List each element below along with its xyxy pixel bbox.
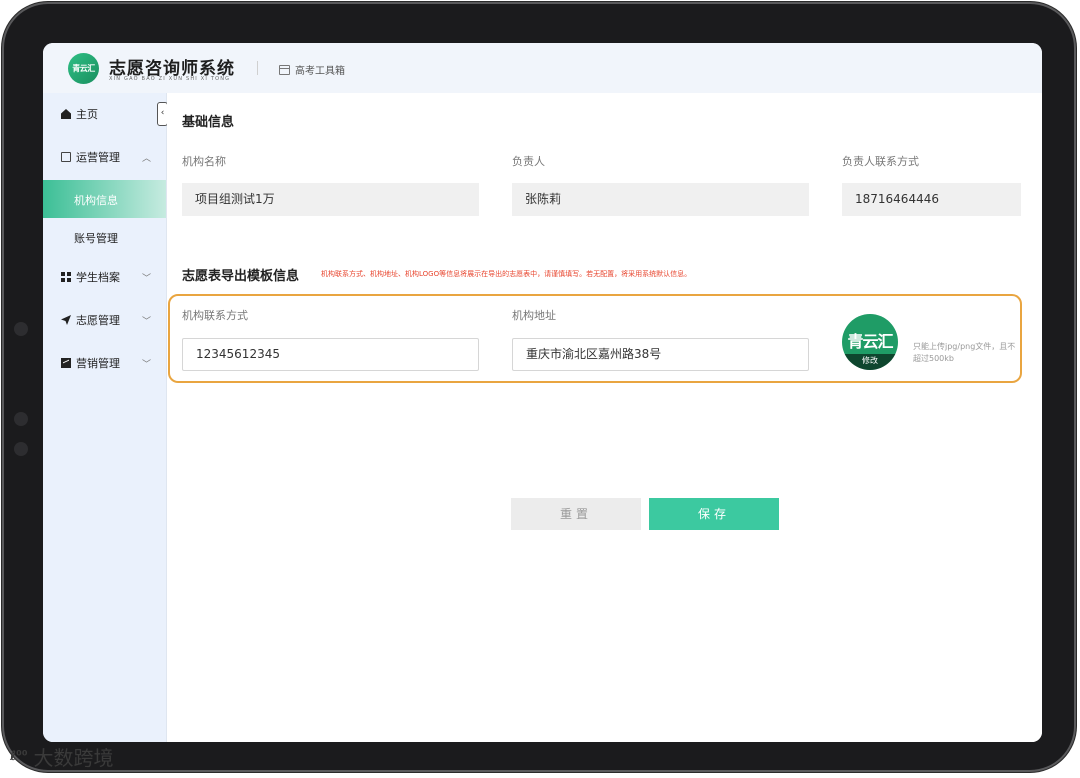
main-content: 基础信息 机构名称 项目组测试1万 负责人 张陈莉 负责人联系方式 187164… <box>167 93 1042 742</box>
org-contact-label: 机构联系方式 <box>182 309 248 322</box>
sidebar-subitem-label: 机构信息 <box>74 194 118 207</box>
tablet-frame: 青云汇 志愿咨询师系统 XIN GAO BAO ZI XUN SHI XI TO… <box>2 2 1076 772</box>
bag-icon <box>61 152 71 162</box>
watermark-text: 大数跨境 <box>33 746 114 770</box>
app-subtitle: XIN GAO BAO ZI XUN SHI XI TONG <box>109 76 231 82</box>
sidebar-item-label: 主页 <box>76 108 98 121</box>
grid-icon <box>61 272 71 282</box>
sidebar-item-label: 运营管理 <box>76 151 120 164</box>
sidebar-item-marketing[interactable]: 营销管理 ﹀ <box>43 344 166 382</box>
top-header: 青云汇 志愿咨询师系统 XIN GAO BAO ZI XUN SHI XI TO… <box>43 43 1042 93</box>
sensor-dot <box>14 412 28 426</box>
reset-button[interactable]: 重置 <box>511 498 641 530</box>
sidebar-item-label: 学生档案 <box>76 271 120 284</box>
toolbox-label: 高考工具箱 <box>295 66 345 77</box>
header-divider <box>257 61 258 75</box>
export-template-title: 志愿表导出模板信息 <box>182 269 300 284</box>
org-address-input[interactable]: 重庆市渝北区嘉州路38号 <box>512 338 809 371</box>
chevron-up-icon: ︿ <box>142 153 152 164</box>
chart-icon <box>61 358 71 368</box>
home-icon <box>61 109 71 119</box>
watermark: ℓ⁰⁰ 大数跨境 <box>10 742 114 771</box>
sidebar-item-home[interactable]: 主页 <box>43 95 166 133</box>
sensor-dot <box>14 442 28 456</box>
org-logo-image: 青云汇 <box>847 332 893 351</box>
chevron-down-icon: ﹀ <box>142 273 152 284</box>
sidebar-subitem-org-info[interactable]: 机构信息 <box>43 180 166 218</box>
sidebar-subitem-label: 账号管理 <box>74 232 118 245</box>
owner-label: 负责人 <box>512 155 545 168</box>
gaokao-toolbox-link[interactable]: 高考工具箱 <box>279 62 345 77</box>
sidebar-item-label: 志愿管理 <box>76 314 120 327</box>
save-button[interactable]: 保存 <box>649 498 779 530</box>
org-name-field: 项目组测试1万 <box>182 183 479 216</box>
owner-contact-field: 18716464446 <box>842 183 1021 216</box>
brand-logo: 青云汇 <box>68 53 99 84</box>
send-icon <box>61 315 71 325</box>
chevron-down-icon: ﹀ <box>142 316 152 327</box>
sidebar-item-label: 营销管理 <box>76 357 120 370</box>
org-name-label: 机构名称 <box>182 155 226 168</box>
owner-contact-label: 负责人联系方式 <box>842 155 919 168</box>
screen: 青云汇 志愿咨询师系统 XIN GAO BAO ZI XUN SHI XI TO… <box>43 43 1042 742</box>
sidebar-item-volunteer[interactable]: 志愿管理 ﹀ <box>43 301 166 339</box>
org-contact-input[interactable]: 12345612345 <box>182 338 479 371</box>
logo-edit-button[interactable]: 修改 <box>842 354 898 370</box>
camera-dot <box>14 322 28 336</box>
org-address-label: 机构地址 <box>512 309 556 322</box>
toolbox-icon <box>279 64 290 75</box>
export-template-hint: 机构联系方式、机构地址、机构LOGO等信息将展示在导出的志愿表中，请谨慎填写。若… <box>321 270 692 278</box>
logo-upload[interactable]: 青云汇 修改 <box>842 314 898 370</box>
watermark-logo: ℓ⁰⁰ <box>10 749 28 764</box>
upload-hint: 只能上传jpg/png文件，且不超过500kb <box>913 342 1016 363</box>
sidebar: ‹ 主页 运营管理 ︿ 机构信息 账号管理 学生档案 ﹀ 志愿管理 ﹀ 营销管理… <box>43 93 168 742</box>
chevron-down-icon: ﹀ <box>142 359 152 370</box>
sidebar-item-operations[interactable]: 运营管理 ︿ <box>43 138 166 176</box>
sidebar-item-students[interactable]: 学生档案 ﹀ <box>43 258 166 296</box>
owner-field: 张陈莉 <box>512 183 809 216</box>
basic-info-title: 基础信息 <box>182 115 235 130</box>
sidebar-subitem-accounts[interactable]: 账号管理 <box>43 218 166 256</box>
